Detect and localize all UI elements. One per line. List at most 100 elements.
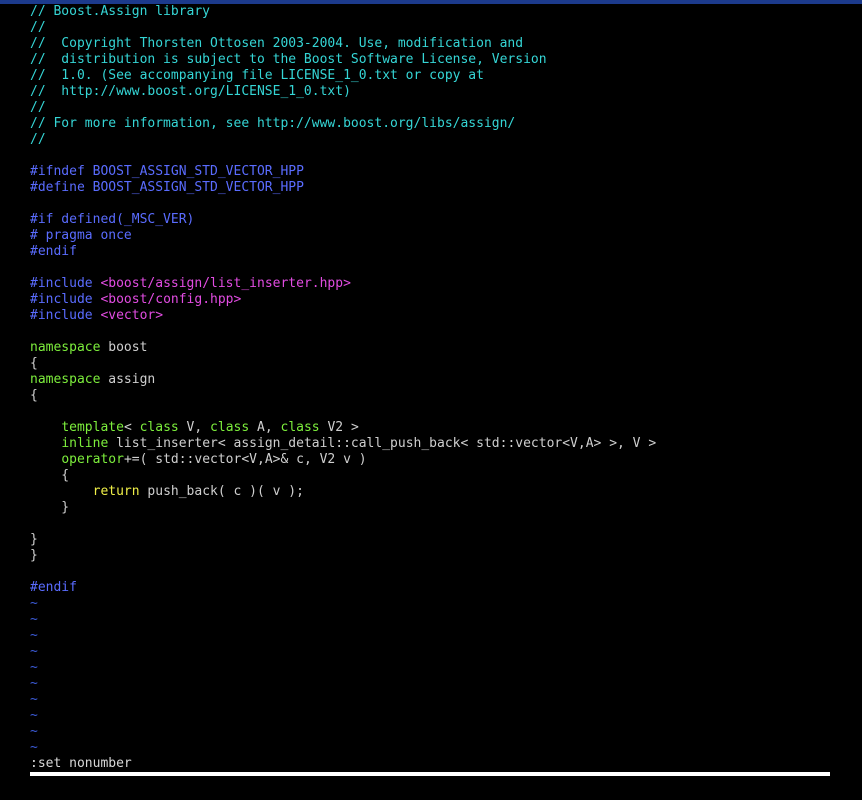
code-token-text: }	[30, 500, 70, 515]
code-token-preproc: #include	[30, 292, 101, 307]
code-line[interactable]	[30, 564, 830, 580]
code-line[interactable]: template< class V, class A, class V2 >	[30, 420, 830, 436]
code-token-text: {	[30, 356, 38, 371]
code-token-preproc: #if defined(_MSC_VER)	[30, 212, 195, 227]
code-line[interactable]: }	[30, 532, 830, 548]
code-token-preproc: #endif	[30, 580, 77, 595]
code-line[interactable]: #endif	[30, 580, 830, 596]
code-line[interactable]	[30, 324, 830, 340]
code-line[interactable]: {	[30, 356, 830, 372]
empty-buffer-line-marker[interactable]: ~	[30, 740, 830, 756]
code-token-include: <vector>	[100, 308, 164, 323]
code-token-text: {	[30, 468, 70, 483]
status-bar	[30, 772, 830, 776]
code-line[interactable]: {	[30, 468, 830, 484]
code-line[interactable]: #if defined(_MSC_VER)	[30, 212, 830, 228]
code-token-tilde: ~	[30, 596, 38, 611]
code-line[interactable]	[30, 260, 830, 276]
code-token-tilde: ~	[30, 740, 38, 755]
code-token-text: list_inserter< assign_detail::call_push_…	[108, 436, 657, 451]
code-token-text: V2 >	[319, 420, 359, 435]
code-line[interactable]: // For more information, see http://www.…	[30, 116, 830, 132]
code-token-control: return	[92, 484, 140, 499]
command-line[interactable]: :set nonumber	[30, 756, 132, 772]
code-line[interactable]: }	[30, 548, 830, 564]
code-line[interactable]: #endif	[30, 244, 830, 260]
code-token-text: A,	[249, 420, 281, 435]
code-token-text: +=( std::vector<V,A>& c, V2 v )	[123, 452, 367, 467]
code-line[interactable]	[30, 148, 830, 164]
code-line[interactable]: // http://www.boost.org/LICENSE_1_0.txt)	[30, 84, 830, 100]
code-token-keyword: operator	[61, 452, 124, 467]
code-line[interactable]: //	[30, 132, 830, 148]
code-token-include: <boost/config.hpp>	[100, 292, 242, 307]
code-token-text: assign	[100, 372, 156, 387]
code-line[interactable]: //	[30, 100, 830, 116]
code-token-comment: // Boost.Assign library	[30, 4, 211, 19]
code-token-comment: // distribution is subject to the Boost …	[30, 52, 547, 67]
code-line[interactable]: #include <boost/assign/list_inserter.hpp…	[30, 276, 830, 292]
empty-buffer-line-marker[interactable]: ~	[30, 644, 830, 660]
code-token-keyword: inline	[61, 436, 109, 451]
empty-buffer-line-marker[interactable]: ~	[30, 692, 830, 708]
empty-buffer-line-marker[interactable]: ~	[30, 708, 830, 724]
code-token-text: <	[123, 420, 140, 435]
code-token-preproc: # pragma once	[30, 228, 132, 243]
code-line[interactable]: {	[30, 388, 830, 404]
code-token-comment: //	[30, 100, 46, 115]
code-token-comment: //	[30, 20, 46, 35]
code-token-text: }	[30, 532, 38, 547]
code-line[interactable]: #include <vector>	[30, 308, 830, 324]
code-token-text: }	[30, 548, 38, 563]
code-token-text: boost	[100, 340, 148, 355]
code-token-preproc: #include	[30, 276, 101, 291]
empty-buffer-line-marker[interactable]: ~	[30, 628, 830, 644]
code-line[interactable]: #include <boost/config.hpp>	[30, 292, 830, 308]
code-token-tilde: ~	[30, 692, 38, 707]
code-line[interactable]: // Boost.Assign library	[30, 4, 830, 20]
code-token-keyword: namespace	[30, 372, 101, 387]
code-line[interactable]: return push_back( c )( v );	[30, 484, 830, 500]
code-line[interactable]: }	[30, 500, 830, 516]
code-line[interactable]	[30, 196, 830, 212]
code-editor-buffer[interactable]: // Boost.Assign library//// Copyright Th…	[30, 4, 830, 756]
code-line[interactable]: inline list_inserter< assign_detail::cal…	[30, 436, 830, 452]
code-line[interactable]: // 1.0. (See accompanying file LICENSE_1…	[30, 68, 830, 84]
empty-buffer-line-marker[interactable]: ~	[30, 724, 830, 740]
code-token-comment: // http://www.boost.org/LICENSE_1_0.txt)	[30, 84, 351, 99]
code-token-comment: // 1.0. (See accompanying file LICENSE_1…	[30, 68, 484, 83]
code-token-tilde: ~	[30, 660, 38, 675]
code-line[interactable]: // distribution is subject to the Boost …	[30, 52, 830, 68]
code-line[interactable]: # pragma once	[30, 228, 830, 244]
code-token-keyword: template	[61, 420, 124, 435]
code-line[interactable]	[30, 404, 830, 420]
code-line[interactable]: operator+=( std::vector<V,A>& c, V2 v )	[30, 452, 830, 468]
code-line[interactable]: namespace boost	[30, 340, 830, 356]
code-token-text: V,	[178, 420, 211, 435]
code-line[interactable]: #ifndef BOOST_ASSIGN_STD_VECTOR_HPP	[30, 164, 830, 180]
empty-buffer-line-marker[interactable]: ~	[30, 612, 830, 628]
code-line[interactable]: // Copyright Thorsten Ottosen 2003-2004.…	[30, 36, 830, 52]
empty-buffer-line-marker[interactable]: ~	[30, 596, 830, 612]
empty-buffer-line-marker[interactable]: ~	[30, 660, 830, 676]
code-token-text: {	[30, 388, 38, 403]
code-token-keyword: namespace	[30, 340, 101, 355]
empty-buffer-line-marker[interactable]: ~	[30, 676, 830, 692]
code-token-tilde: ~	[30, 724, 38, 739]
code-token-preproc: #define BOOST_ASSIGN_STD_VECTOR_HPP	[30, 180, 304, 195]
code-token-keyword: class	[139, 420, 179, 435]
code-token-text: push_back( c )( v );	[139, 484, 304, 499]
code-line[interactable]: //	[30, 20, 830, 36]
code-line[interactable]: namespace assign	[30, 372, 830, 388]
code-token-include: <boost/assign/list_inserter.hpp>	[100, 276, 351, 291]
code-line[interactable]: #define BOOST_ASSIGN_STD_VECTOR_HPP	[30, 180, 830, 196]
code-token-keyword: class	[210, 420, 250, 435]
code-token-preproc: #ifndef BOOST_ASSIGN_STD_VECTOR_HPP	[30, 164, 304, 179]
code-line[interactable]	[30, 516, 830, 532]
code-token-keyword: class	[280, 420, 320, 435]
code-token-comment: // Copyright Thorsten Ottosen 2003-2004.…	[30, 36, 524, 51]
